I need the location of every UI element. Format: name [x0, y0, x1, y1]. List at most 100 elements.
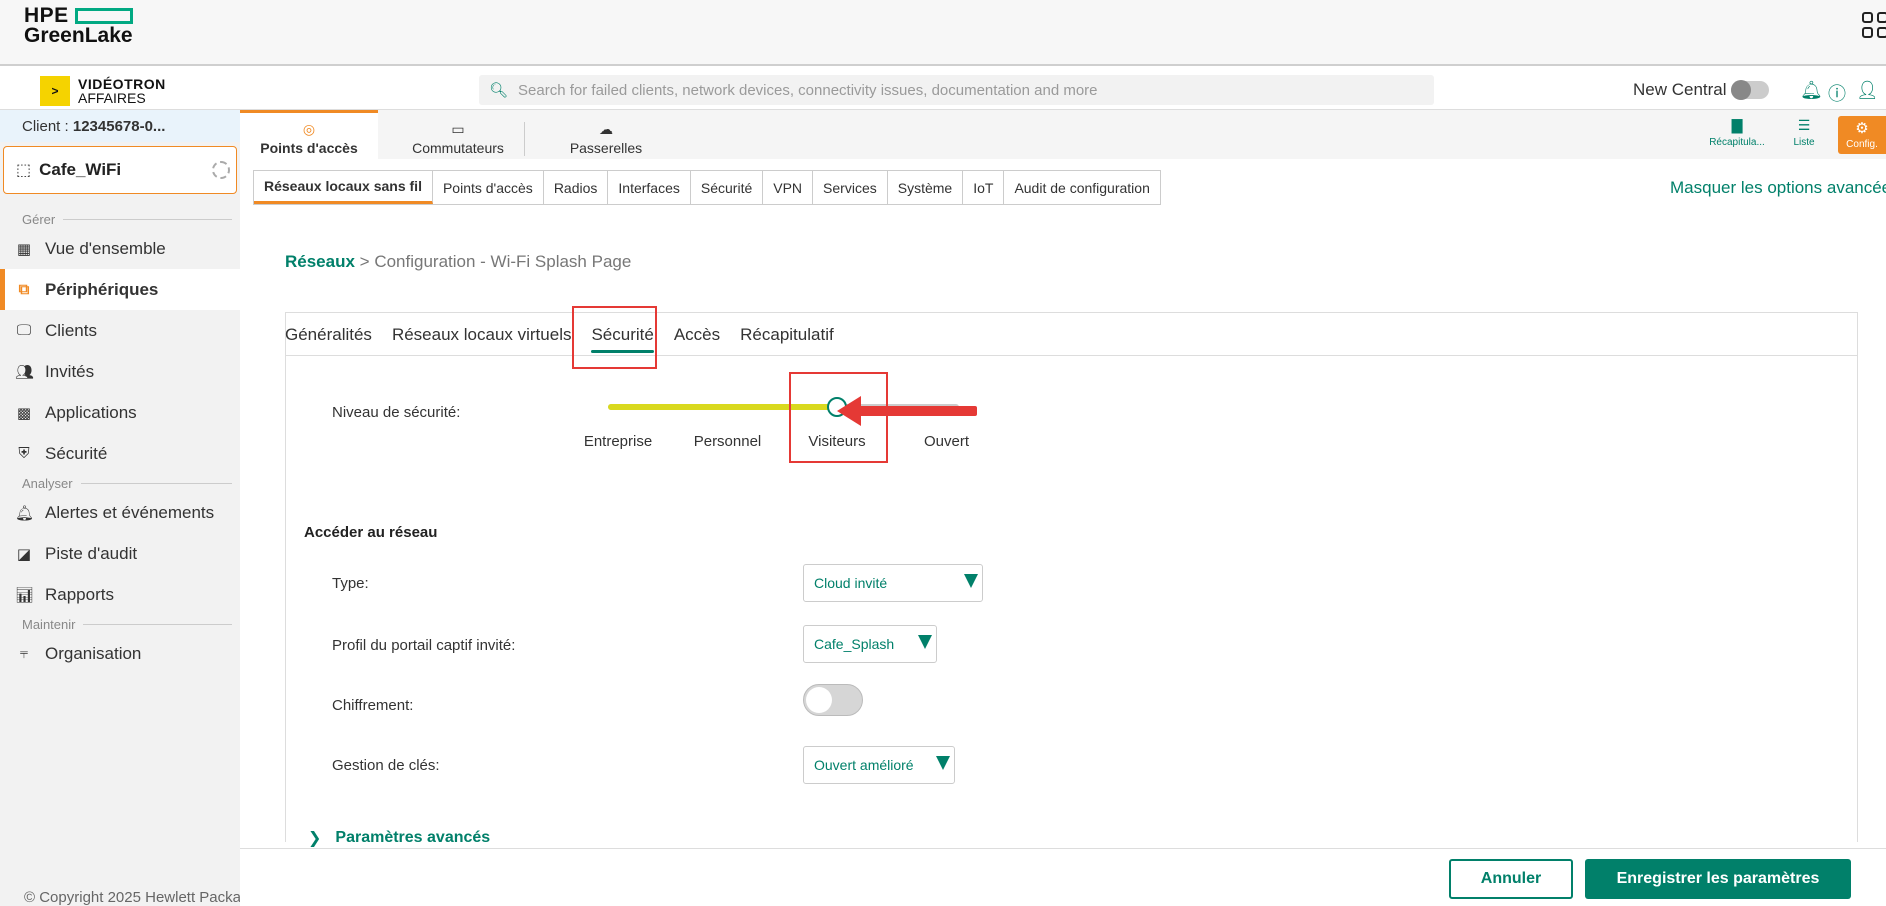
- subtab-system[interactable]: Système: [888, 171, 964, 204]
- site-selector[interactable]: ⬚ Cafe_WiFi: [3, 146, 237, 194]
- hpe-logo-element: [74, 8, 133, 24]
- caret-down-icon: [936, 756, 950, 770]
- users-icon: 👥︎: [15, 363, 35, 381]
- cancel-button[interactable]: Annuler: [1449, 859, 1573, 899]
- sidebar-item-devices[interactable]: ⧉ Périphériques: [0, 269, 240, 310]
- sidebar-item-reports[interactable]: 📊︎ Rapports: [0, 574, 240, 615]
- list-view-button[interactable]: ☰ Liste: [1773, 117, 1835, 155]
- devices-icon: ⧉: [18, 281, 30, 298]
- subtab-interfaces[interactable]: Interfaces: [608, 171, 691, 204]
- subtab-wlan[interactable]: Réseaux locaux sans fil: [254, 171, 433, 204]
- advanced-settings-toggle[interactable]: ❯ Paramètres avancés: [308, 828, 490, 848]
- annotation-arrow-icon: [837, 396, 861, 426]
- site-icon: ⬚: [16, 162, 32, 179]
- subtab-security[interactable]: Sécurité: [691, 171, 764, 204]
- type-label: Type:: [332, 575, 369, 592]
- hpe-greenlake-logo[interactable]: HPE GreenLake: [24, 5, 133, 46]
- highlight-security-tab: [572, 306, 657, 369]
- bell-icon: 🔔︎: [15, 504, 35, 522]
- new-central-toggle[interactable]: New Central: [1633, 80, 1769, 100]
- help-icon[interactable]: ⓘ: [1828, 80, 1846, 106]
- audit-icon: ◪: [16, 545, 32, 563]
- captive-portal-select[interactable]: Cafe_Splash: [803, 625, 937, 663]
- config-view-button[interactable]: ⚙︎ Config.: [1838, 116, 1886, 154]
- caret-down-icon: [964, 574, 978, 588]
- wizard-tabs: Généralités Réseaux locaux virtuels Sécu…: [285, 312, 854, 357]
- wizard-panel: [285, 312, 1858, 842]
- encryption-toggle[interactable]: [803, 684, 863, 716]
- level-enterprise[interactable]: Entreprise: [558, 433, 678, 450]
- subtab-services[interactable]: Services: [813, 171, 888, 204]
- hpe-top-bar: HPE GreenLake: [0, 0, 1886, 66]
- key-management-label: Gestion de clés:: [332, 757, 440, 774]
- section-maintain: Maintenir: [0, 615, 240, 633]
- sidebar-item-clients[interactable]: 🖵︎ Clients: [0, 310, 240, 351]
- sidebar-item-applications[interactable]: ▩ Applications: [0, 392, 240, 433]
- subtab-vpn[interactable]: VPN: [763, 171, 814, 204]
- chevron-right-icon: ❯: [308, 830, 322, 847]
- videotron-logo[interactable]: > VIDÉOTRON AFFAIRES: [40, 76, 166, 106]
- config-sub-tabs: Réseaux locaux sans fil Points d'accès R…: [253, 170, 1161, 205]
- switch-icon: ▭: [451, 121, 465, 137]
- new-central-switch[interactable]: [1730, 80, 1769, 100]
- main-content: ◎ Points d'accès ▭ Commutateurs ☁︎ Passerel…: [240, 110, 1886, 906]
- client-selector[interactable]: Client : 12345678-0...: [0, 110, 240, 142]
- subtab-access-points[interactable]: Points d'accès: [433, 171, 544, 204]
- breadcrumb-current: Configuration - Wi-Fi Splash Page: [374, 252, 632, 271]
- user-icon[interactable]: 👤︎: [1856, 80, 1879, 101]
- sidebar-item-overview[interactable]: ▦ Vue d'ensemble: [0, 228, 240, 269]
- sidebar-item-alerts[interactable]: 🔔︎ Alertes et événements: [0, 492, 240, 533]
- list-icon: ☰: [1797, 117, 1811, 133]
- security-level-label: Niveau de sécurité:: [332, 404, 461, 421]
- wizard-tab-access[interactable]: Accès: [674, 312, 720, 357]
- gear-icon: ⚙︎: [1855, 120, 1869, 137]
- captive-portal-label: Profil du portail captif invité:: [332, 637, 516, 654]
- wizard-tab-general[interactable]: Généralités: [285, 312, 372, 357]
- laptop-icon: 🖵︎: [16, 322, 32, 339]
- footer-copyright: © Copyright 2025 Hewlett Packard Enterpr…: [24, 889, 240, 906]
- shield-icon: ⛨: [18, 445, 30, 462]
- app-grid-icon[interactable]: [1862, 12, 1886, 38]
- subtab-iot[interactable]: IoT: [963, 171, 1005, 204]
- loading-spinner-icon: [212, 161, 230, 179]
- annotation-arrow-shaft: [852, 406, 977, 416]
- caret-down-icon: [918, 635, 932, 649]
- encryption-label: Chiffrement:: [332, 697, 414, 714]
- wizard-tab-vlans[interactable]: Réseaux locaux virtuels: [392, 312, 572, 357]
- subtab-radios[interactable]: Radios: [544, 171, 609, 204]
- apps-icon: ▩: [16, 404, 32, 422]
- sidebar: Client : 12345678-0... ⬚ Cafe_WiFi Gérer…: [0, 110, 240, 906]
- sidebar-item-guests[interactable]: 👥︎ Invités: [0, 351, 240, 392]
- section-analyze: Analyser: [0, 474, 240, 492]
- tab-access-points[interactable]: ◎ Points d'accès: [240, 110, 378, 159]
- search-input[interactable]: [518, 81, 1419, 99]
- global-search[interactable]: 🔍︎: [479, 75, 1434, 105]
- sidebar-item-audit[interactable]: ◪ Piste d'audit: [0, 533, 240, 574]
- wizard-divider: [285, 355, 1858, 356]
- breadcrumb: Réseaux > Configuration - Wi-Fi Splash P…: [285, 252, 632, 271]
- save-settings-button[interactable]: Enregistrer les paramètres: [1585, 859, 1851, 899]
- sidebar-item-security[interactable]: ⛨ Sécurité: [0, 433, 240, 474]
- wizard-tab-summary[interactable]: Récapitulatif: [740, 312, 834, 357]
- tab-gateways[interactable]: ☁︎ Passerelles: [536, 110, 676, 159]
- level-personal[interactable]: Personnel: [668, 433, 788, 450]
- dashboard-icon: ▦: [16, 240, 32, 258]
- sidebar-item-organisation[interactable]: ⫧ Organisation: [0, 633, 240, 674]
- key-management-select[interactable]: Ouvert amélioré: [803, 746, 955, 784]
- bell-icon[interactable]: 🔔︎: [1800, 80, 1823, 101]
- network-access-title: Accéder au réseau: [304, 524, 438, 541]
- breadcrumb-networks-link[interactable]: Réseaux: [285, 252, 355, 271]
- chart-icon: 📊︎: [15, 586, 35, 604]
- summary-view-button[interactable]: ▇ Récapitula...: [1706, 117, 1768, 155]
- bar-chart-icon: ▇: [1731, 117, 1743, 133]
- gateway-icon: ☁︎: [599, 121, 613, 137]
- hierarchy-icon: ⫧: [19, 645, 29, 662]
- access-point-icon: ◎: [302, 121, 316, 137]
- subtab-config-audit[interactable]: Audit de configuration: [1004, 171, 1159, 204]
- tab-switches[interactable]: ▭ Commutateurs: [383, 110, 533, 159]
- hide-advanced-link[interactable]: Masquer les options avancée: [1670, 178, 1886, 198]
- type-select[interactable]: Cloud invité: [803, 564, 983, 602]
- level-open[interactable]: Ouvert: [887, 433, 1007, 450]
- tab-divider: [524, 122, 525, 156]
- app-header: > VIDÉOTRONAFFAIRES 🔍︎ New Central 🔔︎ ⓘ …: [0, 66, 1886, 110]
